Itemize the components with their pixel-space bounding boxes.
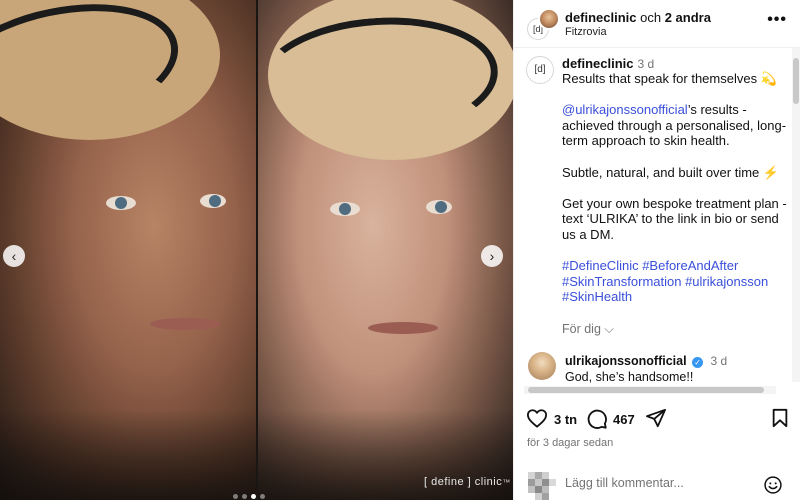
comment-bubble-icon[interactable] [586,408,608,430]
vertical-scrollbar[interactable] [792,48,800,382]
action-bar: 3 tn 467 [514,398,800,438]
bookmark-icon[interactable] [771,408,789,428]
before-photo [0,0,256,500]
carousel-dot[interactable] [242,494,247,499]
lips-shape [150,318,220,330]
add-comment-bar [514,468,800,500]
header-author-line: defineclinic och 2 andra [565,10,711,25]
scrollbar-thumb[interactable] [528,387,764,393]
comment-input[interactable] [565,476,755,490]
caption-username-link[interactable]: defineclinic [562,56,634,71]
caption-paragraph: Get your own bespoke treatment plan - te… [562,196,788,243]
hashtag-links[interactable]: #DefineClinic #BeforeAndAfter #SkinTrans… [562,258,788,305]
caption-header: defineclinic 3 d [562,56,654,71]
more-options-icon[interactable]: ••• [767,11,787,29]
eye-shape [106,196,136,210]
caption-line: Results that speak for themselves 💫 [562,71,788,87]
comment-age: 3 d [710,354,728,368]
collab-others-link[interactable]: 2 andra [665,10,711,25]
avatar[interactable] [528,352,556,380]
location-link[interactable]: Fitzrovia [565,26,607,38]
post-media-carousel[interactable]: [ define ] clinic™ ‹ › [0,0,513,500]
share-paper-plane-icon[interactable] [645,408,667,428]
collab-avatars[interactable]: [d] [527,8,561,42]
watermark-text: [ define ] clinic [424,476,503,488]
heart-icon[interactable] [526,408,548,428]
emoji-smiley-icon[interactable] [763,475,783,495]
carousel-dot[interactable] [260,494,265,499]
eye-shape [200,194,226,208]
shadow-overlay [0,410,256,500]
verified-badge-icon: ✓ [692,357,704,368]
scrollbar-thumb[interactable] [793,58,799,104]
caption-paragraph-text: Get your own bespoke treatment plan - te… [562,195,787,242]
eye-shape [330,202,360,216]
carousel-next-button[interactable]: › [481,245,503,267]
caption-line-text: Results that speak for themselves [562,71,758,86]
horizontal-scrollbar[interactable] [524,386,776,394]
caption-age: 3 d [637,57,655,71]
like-count[interactable]: 3 tn [554,412,577,427]
comments-scroll-area[interactable]: [d] defineclinic 3 d Results that speak f… [514,48,800,394]
comment-count[interactable]: 467 [613,412,635,427]
sparkle-emoji-icon: 💫 [760,71,777,86]
collab-connector: och [636,10,665,25]
post-side-panel: [d] defineclinic och 2 andra Fitzrovia •… [513,0,800,500]
lips-shape [368,322,438,334]
caption-text: Results that speak for themselves 💫 @ulr… [562,71,788,321]
avatar[interactable] [538,8,560,30]
for-you-toggle[interactable]: För dig ⌵ [562,322,614,337]
carousel-prev-button[interactable]: ‹ [3,245,25,267]
chevron-left-icon: ‹ [11,248,17,264]
current-user-avatar[interactable] [528,472,556,500]
post-timestamp[interactable]: för 3 dagar sedan [527,437,613,449]
brand-avatar[interactable]: [d] [526,56,554,84]
carousel-dots [233,494,265,499]
caption-paragraph: Subtle, natural, and built over time ⚡ [562,165,788,181]
carousel-dot[interactable] [233,494,238,499]
caption-paragraph-text: Subtle, natural, and built over time [562,164,760,180]
carousel-dot[interactable] [251,494,256,499]
post-header: [d] defineclinic och 2 andra Fitzrovia •… [514,0,800,48]
caption-paragraph: @ulrikajonssonofficial’s results - achie… [562,102,788,149]
comment-header: ulrikajonssonofficial ✓ 3 d [565,354,727,368]
clinic-watermark: [ define ] clinic™ [424,476,511,488]
watermark-trademark: ™ [502,478,511,487]
author-username-link[interactable]: defineclinic [565,10,637,25]
comment-username-link[interactable]: ulrikajonssonofficial [565,354,687,368]
lightning-emoji-icon: ⚡ [762,164,780,180]
comment-text: God, she’s handsome!! [565,370,694,384]
eye-shape [426,200,452,214]
chevron-right-icon: › [489,248,495,264]
after-photo [258,0,513,500]
mention-link[interactable]: @ulrikajonssonofficial [562,102,688,117]
